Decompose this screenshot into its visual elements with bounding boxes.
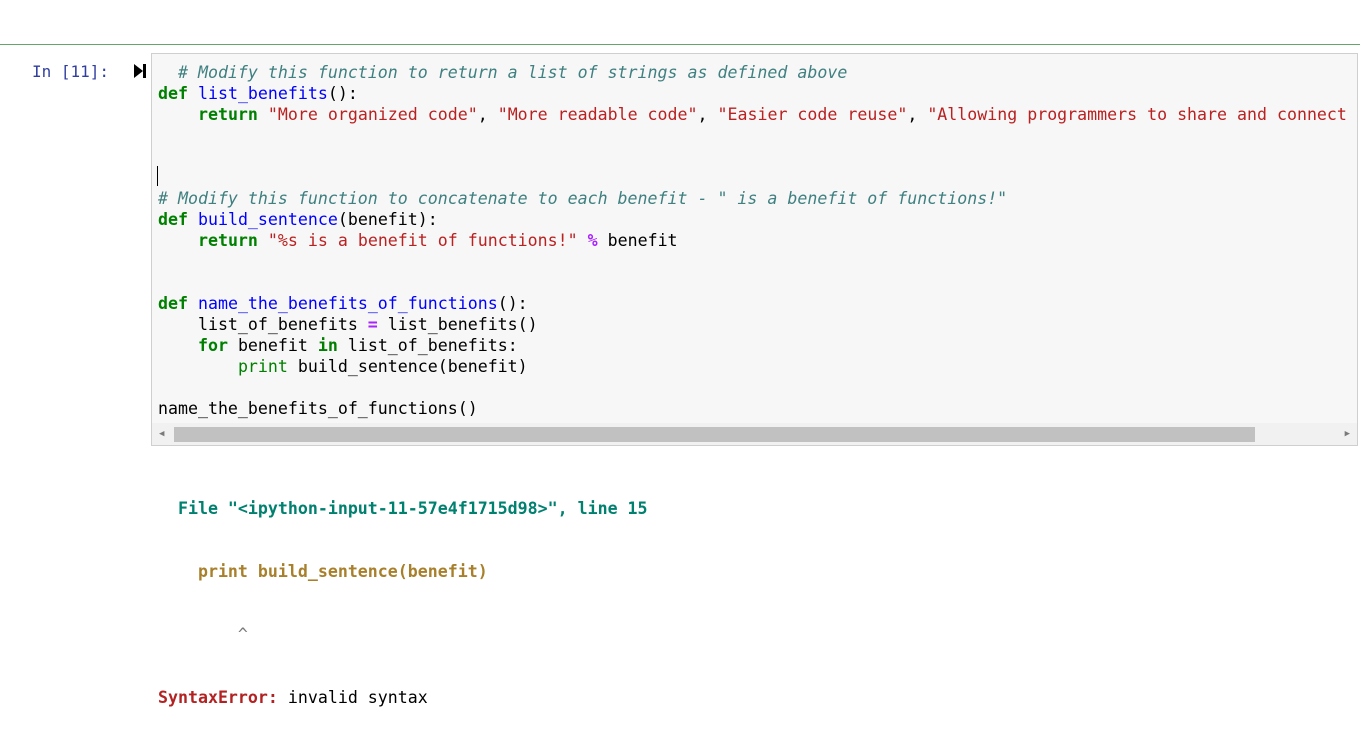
scroll-right-icon[interactable]: ▶: [1345, 425, 1350, 443]
code-line: def build_sentence(benefit):: [158, 209, 1357, 230]
code-token: "More organized code": [267, 105, 478, 124]
traceback-caret: ^: [158, 625, 248, 644]
error-name: SyntaxError:: [158, 688, 278, 707]
horizontal-scrollbar[interactable]: ◀ ▶: [152, 423, 1357, 445]
code-token: =: [367, 315, 378, 334]
code-token: list_of_benefits:: [337, 336, 518, 355]
code-line: def list_benefits():: [158, 83, 1357, 104]
code-line: name_the_benefits_of_functions(): [158, 398, 1357, 419]
code-token: def: [158, 84, 188, 103]
code-token: ,: [697, 105, 718, 124]
code-token: benefit: [597, 231, 678, 250]
traceback-file-line: File "<ipython-input-11-57e4f1715d98>", …: [158, 499, 648, 518]
code-token: (benefit):: [337, 210, 438, 229]
code-cell-editor[interactable]: # Modify this function to return a list …: [151, 53, 1358, 446]
code-token: return: [197, 105, 258, 124]
code-token: "Easier code reuse": [717, 105, 908, 124]
code-token: list_of_benefits: [158, 315, 368, 334]
code-token: name_the_benefits_of_functions: [197, 294, 498, 313]
code-token: # Modify this function to concatenate to…: [158, 189, 1008, 208]
error-message: invalid syntax: [277, 688, 428, 707]
code-token: list_benefits: [197, 84, 328, 103]
code-token: ():: [497, 294, 528, 313]
code-line: def name_the_benefits_of_functions():: [158, 293, 1357, 314]
code-token: def: [158, 210, 188, 229]
code-token: return: [197, 231, 258, 250]
code-line: # Modify this function to return a list …: [158, 62, 1357, 83]
scroll-left-icon[interactable]: ◀: [159, 425, 164, 443]
code-token: build_sentence: [197, 210, 338, 229]
code-token: "%s is a benefit of functions!": [267, 231, 578, 250]
code-line: for benefit in list_of_benefits:: [158, 335, 1357, 356]
code-token: ():: [327, 84, 358, 103]
code-token: for: [197, 336, 228, 355]
run-cell-icon[interactable]: [133, 63, 147, 79]
code-token: # Modify this function to return a list …: [177, 63, 848, 82]
code-token: in: [317, 336, 338, 355]
code-token: list_benefits(): [377, 315, 538, 334]
code-line: return "More organized code", "More read…: [158, 104, 1358, 125]
code-line: # Modify this function to concatenate to…: [158, 188, 1357, 209]
code-token: ,: [907, 105, 928, 124]
error-line: SyntaxError: invalid syntax: [158, 687, 648, 708]
code-token: def: [158, 294, 188, 313]
code-line: return "%s is a benefit of functions!" %…: [158, 230, 1357, 251]
traceback-code-line: print build_sentence(benefit): [158, 562, 488, 581]
text-cursor: [157, 166, 158, 186]
code-area[interactable]: # Modify this function to return a list …: [158, 62, 1358, 419]
code-line: list_of_benefits = list_benefits(): [158, 314, 1357, 335]
code-token: print: [237, 357, 288, 376]
input-prompt: In [11]:: [32, 62, 110, 81]
code-token: "Allowing programmers to share and conne…: [927, 105, 1358, 124]
cell-output: File "<ipython-input-11-57e4f1715d98>", …: [158, 456, 648, 729]
cell-top-border: [0, 44, 1360, 45]
scrollbar-thumb[interactable]: [174, 427, 1255, 442]
code-token: benefit: [227, 336, 318, 355]
code-token: ,: [477, 105, 498, 124]
code-token: %: [587, 231, 598, 250]
code-token: "More readable code": [497, 105, 698, 124]
code-token: name_the_benefits_of_functions(): [158, 399, 478, 418]
code-token: build_sentence(benefit): [287, 357, 528, 376]
code-line: print build_sentence(benefit): [158, 356, 1357, 377]
